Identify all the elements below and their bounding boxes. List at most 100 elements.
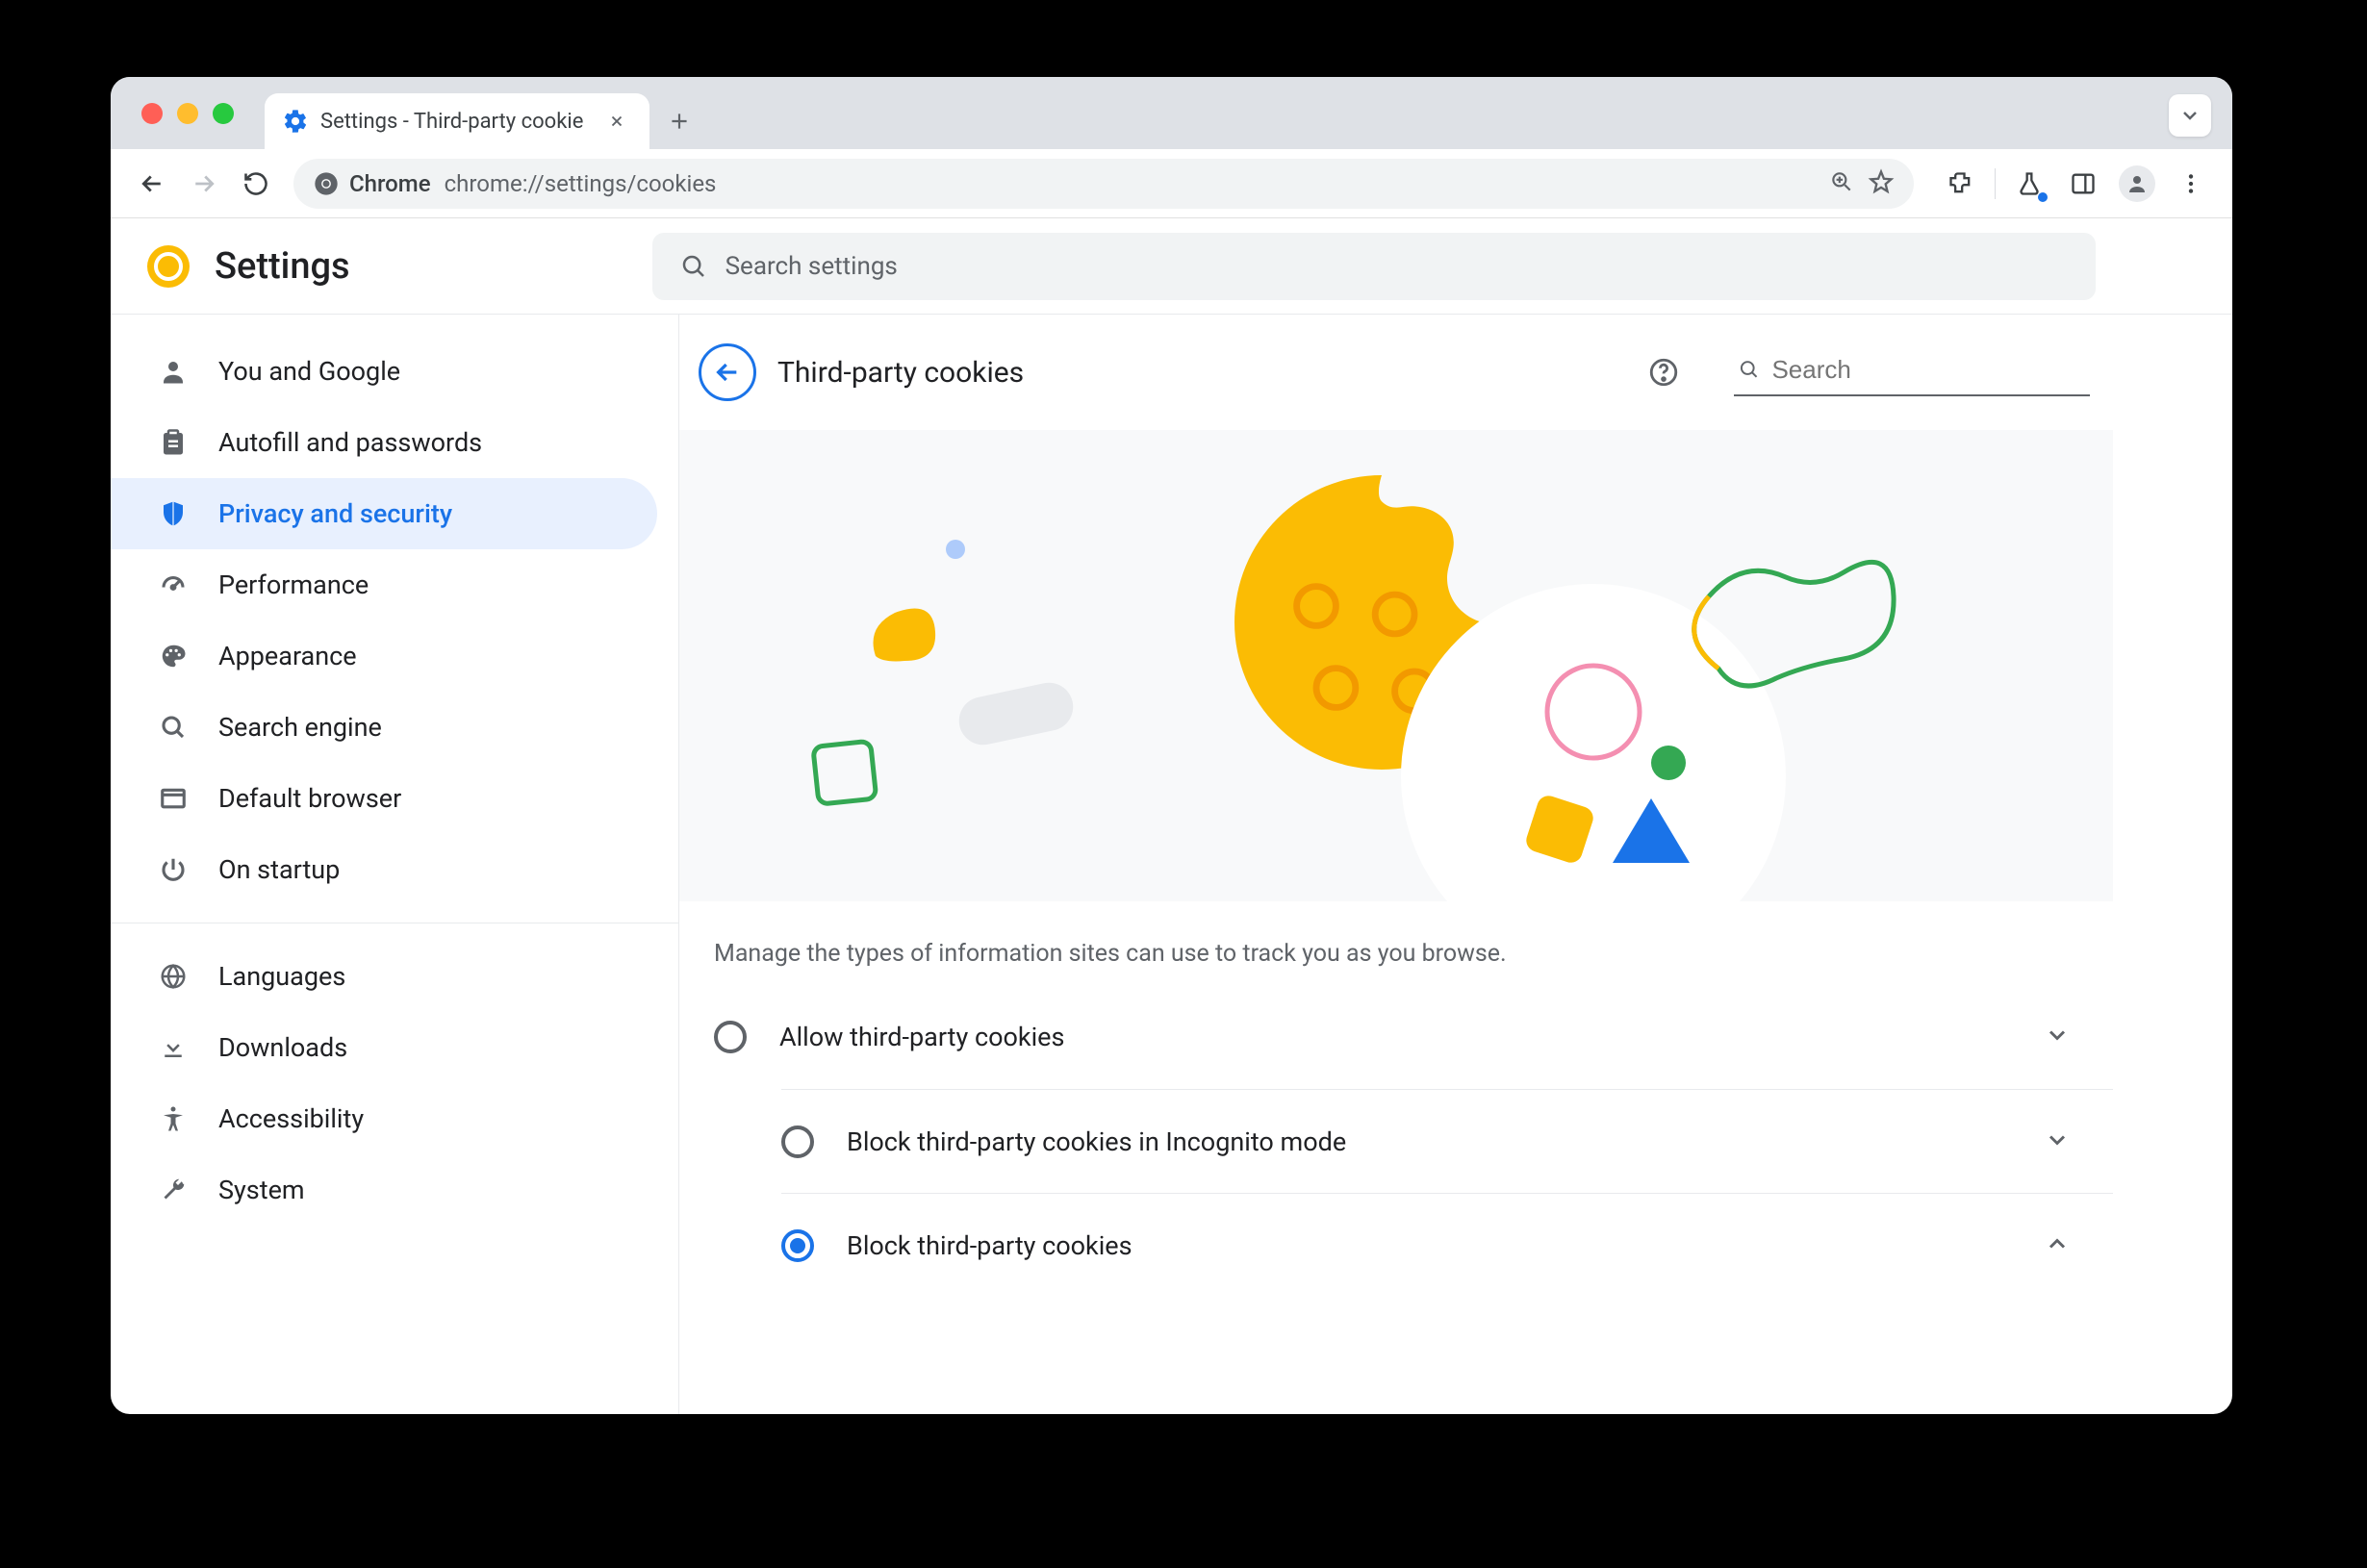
- browser-tab[interactable]: Settings - Third-party cookie: [265, 93, 649, 149]
- sidebar-label: Privacy and security: [218, 498, 452, 529]
- option-block-incognito[interactable]: Block third-party cookies in Incognito m…: [781, 1089, 2113, 1193]
- speedometer-icon: [157, 569, 190, 601]
- settings-search-placeholder: Search settings: [725, 252, 898, 281]
- sidebar-item-autofill[interactable]: Autofill and passwords: [111, 407, 657, 478]
- url-scheme-chip: Chrome: [313, 170, 431, 197]
- sidebar-label: Autofill and passwords: [218, 427, 482, 458]
- accessibility-icon: [157, 1102, 190, 1135]
- diamond-shape-icon: [1516, 786, 1603, 873]
- forward-button[interactable]: [180, 160, 228, 208]
- url-scheme-label: Chrome: [349, 170, 431, 197]
- settings-search-box[interactable]: Search settings: [652, 233, 2096, 300]
- chrome-canary-icon: [147, 245, 190, 288]
- omnibox-actions: [1829, 168, 1895, 199]
- sidebar-label: Search engine: [218, 712, 382, 743]
- radio-icon[interactable]: [714, 1021, 747, 1053]
- chrome-icon: [313, 170, 340, 197]
- settings-header: Settings Search settings: [111, 218, 2232, 315]
- pill-shape-icon: [958, 680, 1083, 747]
- settings-sidebar: You and Google Autofill and passwords Pr…: [111, 315, 678, 1414]
- back-button[interactable]: [128, 160, 176, 208]
- page-search-box[interactable]: [1734, 349, 2090, 396]
- option-label: Block third-party cookies in Incognito m…: [847, 1126, 2011, 1157]
- power-icon: [157, 853, 190, 886]
- chevron-up-icon[interactable]: [2044, 1230, 2071, 1261]
- shield-icon: [157, 497, 190, 530]
- tab-title: Settings - Third-party cookie: [320, 110, 592, 134]
- menu-button[interactable]: [2167, 160, 2215, 208]
- address-bar[interactable]: Chrome chrome://settings/cookies: [293, 159, 1914, 209]
- option-block-third-party[interactable]: Block third-party cookies: [781, 1193, 2113, 1297]
- sidebar-item-default-browser[interactable]: Default browser: [111, 763, 657, 834]
- browser-icon: [157, 782, 190, 815]
- close-window-button[interactable]: [141, 103, 163, 124]
- option-label: Allow third-party cookies: [779, 1022, 2011, 1052]
- profile-button[interactable]: [2113, 160, 2161, 208]
- bookmark-icon[interactable]: [1868, 168, 1895, 199]
- sidebar-label: Downloads: [218, 1032, 347, 1063]
- dot-shape-icon: [944, 538, 967, 561]
- toolbar-right: [1927, 160, 2215, 208]
- sidebar-label: On startup: [218, 854, 340, 885]
- chevron-down-icon[interactable]: [2044, 1022, 2071, 1052]
- new-tab-button[interactable]: [655, 97, 703, 145]
- sidebar-label: Default browser: [218, 783, 401, 814]
- tab-strip: Settings - Third-party cookie: [111, 77, 2232, 149]
- sidebar-label: You and Google: [218, 356, 400, 387]
- sidebar-item-search-engine[interactable]: Search engine: [111, 692, 657, 763]
- sidebar-item-privacy-security[interactable]: Privacy and security: [111, 478, 657, 549]
- cookies-banner-illustration: [679, 430, 2113, 901]
- sidebar-item-languages[interactable]: Languages: [111, 941, 657, 1012]
- clipboard-icon: [157, 426, 190, 459]
- radio-icon[interactable]: [781, 1125, 814, 1158]
- triangle-shape-icon: [1608, 794, 1694, 871]
- tab-overflow-button[interactable]: [2169, 94, 2211, 137]
- browser-window: Settings - Third-party cookie Chrome chr…: [111, 77, 2232, 1414]
- sidebar-item-accessibility[interactable]: Accessibility: [111, 1083, 657, 1154]
- peanut-shape-icon: [1680, 544, 1901, 717]
- sidebar-item-you-and-google[interactable]: You and Google: [111, 336, 657, 407]
- settings-body: You and Google Autofill and passwords Pr…: [111, 315, 2232, 1414]
- blob-shape-icon: [866, 603, 943, 670]
- page-back-button[interactable]: [699, 343, 756, 401]
- radio-icon[interactable]: [781, 1229, 814, 1262]
- person-icon: [157, 355, 190, 388]
- zoom-icon[interactable]: [1829, 169, 1854, 198]
- minimize-window-button[interactable]: [177, 103, 198, 124]
- help-button[interactable]: [1643, 352, 1684, 392]
- page-title: Third-party cookies: [777, 356, 1622, 390]
- sidebar-label: System: [218, 1175, 305, 1205]
- sidebar-item-downloads[interactable]: Downloads: [111, 1012, 657, 1083]
- window-controls: [128, 77, 243, 149]
- extensions-icon[interactable]: [1937, 160, 1985, 208]
- ring-shape-icon: [1540, 659, 1646, 765]
- reload-button[interactable]: [232, 160, 280, 208]
- page-search-input[interactable]: [1771, 355, 2086, 385]
- settings-gear-icon: [282, 108, 309, 135]
- option-label: Block third-party cookies: [847, 1230, 2011, 1261]
- cookie-options-group: Allow third-party cookies Block third-pa…: [679, 985, 2113, 1297]
- avatar-icon: [2119, 165, 2155, 202]
- labs-icon[interactable]: [2005, 160, 2053, 208]
- sidebar-item-system[interactable]: System: [111, 1154, 657, 1226]
- maximize-window-button[interactable]: [213, 103, 234, 124]
- search-icon: [1738, 357, 1760, 382]
- settings-main: Third-party cookies: [678, 315, 2232, 1414]
- globe-icon: [157, 960, 190, 993]
- sidebar-label: Accessibility: [218, 1103, 364, 1134]
- chevron-down-icon[interactable]: [2044, 1126, 2071, 1157]
- sidebar-item-performance[interactable]: Performance: [111, 549, 657, 620]
- sidebar-item-appearance[interactable]: Appearance: [111, 620, 657, 692]
- url-text: chrome://settings/cookies: [445, 170, 1816, 197]
- page-header: Third-party cookies: [679, 315, 2113, 430]
- tab-close-button[interactable]: [603, 108, 630, 135]
- side-panel-icon[interactable]: [2059, 160, 2107, 208]
- square-shape-icon: [808, 736, 885, 813]
- palette-icon: [157, 640, 190, 672]
- toolbar-divider: [1995, 168, 1996, 199]
- browser-toolbar: Chrome chrome://settings/cookies: [111, 149, 2232, 218]
- dot-shape-icon: [1649, 744, 1688, 782]
- sidebar-label: Performance: [218, 569, 369, 600]
- option-allow-third-party[interactable]: Allow third-party cookies: [714, 985, 2113, 1089]
- sidebar-item-on-startup[interactable]: On startup: [111, 834, 657, 905]
